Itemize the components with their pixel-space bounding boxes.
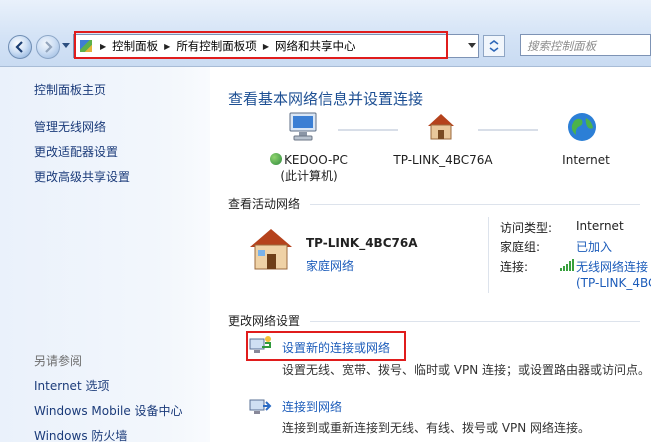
back-arrow-icon xyxy=(15,41,23,53)
network-users-icon xyxy=(270,153,283,165)
homegroup-link[interactable]: 已加入 xyxy=(576,238,612,255)
sidebar-home-link[interactable]: 控制面板主页 xyxy=(34,81,106,98)
connection-label: 连接: xyxy=(500,260,529,274)
vertical-divider xyxy=(488,217,489,293)
homegroup-label: 家庭组: xyxy=(500,240,541,254)
sidebar-manage-wireless[interactable]: 管理无线网络 xyxy=(34,118,106,135)
wireless-ssid-link[interactable]: (TP-LINK_4BC76 xyxy=(576,276,651,290)
recent-pages-icon[interactable] xyxy=(62,43,70,48)
sidebar-windows-mobile[interactable]: Windows Mobile 设备中心 xyxy=(34,402,183,419)
globe-icon xyxy=(568,113,596,141)
back-button[interactable] xyxy=(8,35,32,59)
map-router-node[interactable]: TP-LINK_4BC76A xyxy=(388,153,498,167)
map-internet-node[interactable]: Internet xyxy=(546,153,626,167)
access-type-label: 访问类型: xyxy=(500,221,553,235)
setup-new-connection-desc: 设置无线、宽带、拨号、临时或 VPN 连接；或设置路由器或访问点。 xyxy=(282,363,651,377)
sidebar: 控制面板主页 管理无线网络 更改适配器设置 更改高级共享设置 另请参阅 Inte… xyxy=(0,67,210,444)
forward-button[interactable] xyxy=(36,35,60,59)
connect-to-network-desc: 连接到或重新连接到无线、有线、拨号或 VPN 网络连接。 xyxy=(282,421,591,435)
access-type-value: Internet xyxy=(576,219,624,233)
title-toolbar: ▶ 控制面板 ▶ 所有控制面板项 ▶ 网络和共享中心 搜索控制面板 xyxy=(0,0,651,67)
sidebar-advanced-sharing[interactable]: 更改高级共享设置 xyxy=(34,168,130,185)
pc-sub: (此计算机) xyxy=(280,169,338,183)
home-network-icon xyxy=(250,229,292,270)
sidebar-adapter-settings[interactable]: 更改适配器设置 xyxy=(34,143,118,160)
link-pc-router xyxy=(338,129,398,131)
active-networks-title: 查看活动网络 xyxy=(228,197,301,211)
pc-name: KEDOO-PC xyxy=(284,153,348,167)
home-router-icon xyxy=(428,114,454,140)
network-type-link[interactable]: 家庭网络 xyxy=(306,257,354,274)
sidebar-internet-options[interactable]: Internet 选项 xyxy=(34,377,109,394)
address-highlight-box xyxy=(74,31,448,59)
active-network-name: TP-LINK_4BC76A xyxy=(306,236,418,250)
refresh-button[interactable] xyxy=(483,35,505,57)
page-title: 查看基本网络信息并设置连接 xyxy=(228,90,424,108)
connect-network-icon xyxy=(249,399,272,414)
forward-arrow-icon xyxy=(45,41,53,53)
change-settings-title: 更改网络设置 xyxy=(228,314,301,328)
see-also-title: 另请参阅 xyxy=(34,354,83,368)
main-content: 查看基本网络信息并设置连接 KEDOO-PC (此计算机) TP-LINK_4B… xyxy=(210,67,651,442)
refresh-icon xyxy=(489,40,499,52)
setup-connection-highlight-box xyxy=(246,331,406,361)
divider xyxy=(310,321,640,322)
search-input[interactable]: 搜索控制面板 xyxy=(520,34,651,56)
link-router-internet xyxy=(478,129,538,131)
computer-icon xyxy=(289,112,317,141)
connect-to-network-link[interactable]: 连接到网络 xyxy=(282,398,342,415)
map-pc-node[interactable]: KEDOO-PC (此计算机) xyxy=(254,153,364,184)
sidebar-firewall[interactable]: Windows 防火墙 xyxy=(34,427,127,444)
divider xyxy=(310,204,640,205)
wireless-connection-link[interactable]: 无线网络连接 xyxy=(576,258,648,275)
wifi-signal-icon xyxy=(560,259,574,271)
address-dropdown-icon[interactable] xyxy=(468,43,476,48)
